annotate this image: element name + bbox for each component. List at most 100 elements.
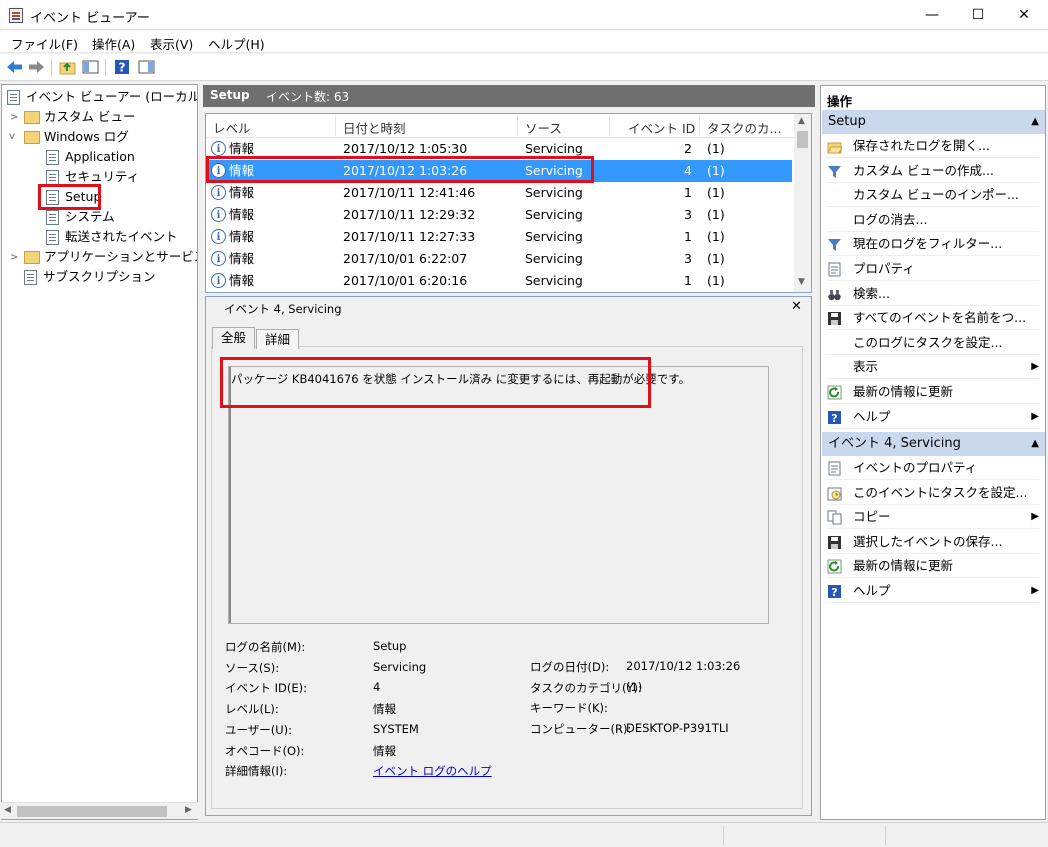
event-id: 1 (684, 185, 692, 200)
setup-action-item[interactable]: プロパティ (827, 257, 1039, 281)
collapse-icon[interactable]: ▲ (1031, 110, 1039, 134)
actions-section-event[interactable]: イベント 4, Servicing ▲ (822, 432, 1045, 456)
up-folder-icon[interactable] (59, 59, 76, 75)
event-action-item[interactable]: 最新の情報に更新 (827, 554, 1039, 579)
prop-label: ソース(S): (225, 660, 280, 675)
info-icon: i (211, 207, 226, 222)
setup-action-item[interactable]: 保存されたログを開く... (827, 134, 1039, 158)
event-action-item[interactable]: 選択したイベントの保存... (827, 530, 1039, 554)
chevron-right-icon[interactable]: > (10, 252, 18, 263)
event-id: 1 (684, 273, 692, 288)
close-icon[interactable]: ✕ (791, 299, 802, 314)
scrollbar-thumb[interactable] (797, 131, 808, 148)
vertical-scrollbar[interactable]: ▲ ▼ (794, 114, 811, 292)
tree-apps-services[interactable]: アプリケーションとサービス (24, 247, 197, 266)
status-divider (885, 826, 886, 845)
maximize-button[interactable]: ☐ (955, 0, 1001, 30)
highlight-box-setup (38, 184, 101, 210)
event-action-item[interactable]: コピー ▶ (827, 505, 1039, 530)
menu-action[interactable]: 操作(A) (92, 34, 135, 53)
prop-label: コンピューター(R): (530, 722, 632, 737)
help-icon[interactable]: ? (114, 59, 131, 75)
chevron-down-icon[interactable]: v (9, 131, 15, 142)
setup-action-item[interactable]: このログにタスクを設定... (827, 331, 1039, 355)
event-level: 情報 (229, 229, 255, 244)
toolbar: ? (0, 54, 1048, 81)
event-row[interactable]: i 情報 2017/10/01 6:22:07 Servicing 3 (1) (206, 248, 792, 270)
action-label: カスタム ビューのインポー... (853, 187, 1019, 203)
prop-label: キーワード(K): (530, 701, 608, 716)
tree-custom-views-label: カスタム ビュー (44, 109, 136, 124)
scrollbar-thumb[interactable] (17, 806, 167, 817)
event-count: イベント数: 63 (266, 90, 350, 104)
event-task: (1) (707, 273, 725, 288)
setup-action-item[interactable]: 現在のログをフィルター... (827, 232, 1039, 257)
info-icon: i (211, 229, 226, 244)
event-row[interactable]: i 情報 2017/10/11 12:27:33 Servicing 1 (1) (206, 226, 792, 248)
highlight-box-selected-row (206, 156, 594, 183)
column-datetime[interactable]: 日付と時刻 (343, 118, 406, 137)
column-divider[interactable] (699, 116, 700, 136)
event-row[interactable]: i 情報 2017/10/01 6:20:16 Servicing 1 (1) (206, 270, 792, 292)
setup-action-item[interactable]: カスタム ビューの作成... (827, 159, 1039, 183)
setup-action-item[interactable]: ? ヘルプ ▶ (827, 405, 1039, 429)
subscription-icon (24, 270, 37, 285)
menu-file[interactable]: ファイル(F) (11, 34, 78, 53)
action-label: 現在のログをフィルター... (853, 236, 1003, 252)
column-event-id[interactable]: イベント ID (628, 118, 695, 137)
prop-value: (1) (626, 679, 643, 694)
minimize-button[interactable]: — (909, 0, 955, 30)
tab-details[interactable]: 詳細 (256, 329, 300, 349)
actions-section-setup[interactable]: Setup ▲ (822, 110, 1045, 134)
column-divider[interactable] (335, 116, 336, 136)
scroll-left-icon[interactable]: ◀ (4, 805, 11, 815)
svg-text:?: ? (831, 586, 837, 599)
event-id: 3 (684, 207, 692, 222)
close-button[interactable]: ✕ (1001, 0, 1047, 30)
back-arrow-icon[interactable] (6, 59, 23, 75)
tree-root[interactable]: イベント ビューアー (ローカル (7, 87, 197, 106)
column-level[interactable]: レベル (213, 118, 251, 137)
event-id: 4 (684, 163, 692, 178)
event-action-item[interactable]: イベントのプロパティ (827, 456, 1039, 480)
setup-action-item[interactable]: 最新の情報に更新 (827, 380, 1039, 404)
log-header: Setup イベント数: 63 (203, 85, 815, 107)
event-action-item[interactable]: このイベントにタスクを設定... (827, 481, 1039, 505)
menu-view[interactable]: 表示(V) (150, 34, 193, 53)
setup-action-item[interactable]: カスタム ビューのインポー... (827, 183, 1039, 208)
column-divider[interactable] (609, 116, 610, 136)
tree-subscriptions[interactable]: サブスクリプション (24, 267, 156, 286)
tree-log-application[interactable]: Application (46, 147, 135, 166)
show-hide-action-pane-icon[interactable] (138, 59, 155, 75)
horizontal-scrollbar[interactable]: ◀ ▶ (1, 802, 198, 819)
tree-custom-views[interactable]: カスタム ビュー (24, 107, 135, 126)
setup-action-item[interactable]: すべてのイベントを名前をつ... (827, 306, 1039, 331)
tree-windows-logs[interactable]: Windows ログ (24, 127, 129, 146)
forward-arrow-icon[interactable] (28, 59, 45, 75)
scroll-up-icon[interactable]: ▲ (798, 116, 805, 126)
scroll-right-icon[interactable]: ▶ (185, 805, 192, 815)
collapse-icon[interactable]: ▲ (1031, 432, 1039, 456)
tree-log-forwarded[interactable]: 転送されたイベント (46, 227, 178, 246)
event-row[interactable]: i 情報 2017/10/11 12:29:32 Servicing 3 (1) (206, 204, 792, 226)
show-hide-tree-icon[interactable] (82, 59, 99, 75)
chevron-right-icon[interactable]: > (10, 112, 18, 123)
menu-help[interactable]: ヘルプ(H) (208, 34, 265, 53)
setup-action-item[interactable]: 検索... (827, 282, 1039, 306)
title-bar: イベント ビューアー — ☐ ✕ (0, 0, 1048, 30)
event-level: 情報 (229, 185, 255, 200)
setup-action-item[interactable]: 表示 ▶ (827, 355, 1039, 380)
info-icon: i (211, 273, 226, 288)
scroll-down-icon[interactable]: ▼ (798, 277, 805, 287)
column-task-category[interactable]: タスクのカ... (707, 118, 781, 137)
prop-label: オペコード(O): (225, 743, 305, 758)
event-action-item[interactable]: ? ヘルプ ▶ (827, 579, 1039, 603)
tab-general[interactable]: 全般 (212, 327, 256, 349)
event-log-help-link[interactable]: イベント ログのヘルプ (373, 763, 492, 779)
setup-action-item[interactable]: ログの消去... (827, 208, 1039, 232)
column-divider[interactable] (517, 116, 518, 136)
window-title: イベント ビューアー (30, 11, 150, 26)
event-row[interactable]: i 情報 2017/10/11 12:41:46 Servicing 1 (1) (206, 182, 792, 204)
column-source[interactable]: ソース (525, 118, 562, 137)
help-icon: ? (828, 585, 841, 599)
